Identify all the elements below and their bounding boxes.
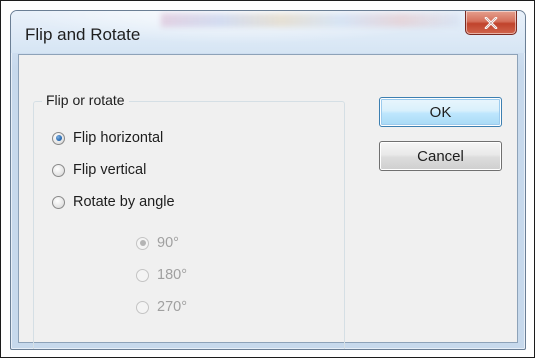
rotate-by-angle-option[interactable]: Rotate by angle xyxy=(52,194,175,210)
angle-90-option[interactable]: 90° xyxy=(136,235,179,251)
angle-90-label: 90° xyxy=(157,235,179,251)
radio-button-icon[interactable] xyxy=(52,195,65,209)
flip-horizontal-label: Flip horizontal xyxy=(73,130,164,146)
dialog-window: Flip and Rotate Flip or rotate Flip hori… xyxy=(10,10,526,350)
close-button[interactable] xyxy=(465,11,517,35)
angle-180-label: 180° xyxy=(157,267,187,283)
rotate-by-angle-label: Rotate by angle xyxy=(73,194,175,210)
close-icon xyxy=(484,16,498,29)
ok-button[interactable]: OK xyxy=(379,97,502,127)
flip-horizontal-option[interactable]: Flip horizontal xyxy=(52,130,163,146)
flip-vertical-label: Flip vertical xyxy=(73,162,147,178)
radio-button-icon[interactable] xyxy=(52,163,65,177)
radio-button-icon[interactable] xyxy=(136,236,149,250)
cancel-button[interactable]: Cancel xyxy=(379,141,502,171)
screenshot-frame: Flip and Rotate Flip or rotate Flip hori… xyxy=(0,0,535,358)
radio-button-icon[interactable] xyxy=(52,131,65,145)
title-bar[interactable]: Flip and Rotate xyxy=(11,11,525,53)
flip-or-rotate-group: Flip or rotate Flip horizontal Flip vert… xyxy=(33,92,345,349)
angle-180-option[interactable]: 180° xyxy=(136,267,187,283)
window-title: Flip and Rotate xyxy=(25,25,141,44)
flip-vertical-option[interactable]: Flip vertical xyxy=(52,162,146,178)
dialog-client-area: Flip or rotate Flip horizontal Flip vert… xyxy=(18,54,518,349)
group-label: Flip or rotate xyxy=(42,92,129,108)
radio-button-icon[interactable] xyxy=(136,300,149,314)
angle-270-option[interactable]: 270° xyxy=(136,299,187,315)
angle-270-label: 270° xyxy=(157,299,187,315)
title-bar-glass xyxy=(161,13,461,27)
radio-button-icon[interactable] xyxy=(136,268,149,282)
